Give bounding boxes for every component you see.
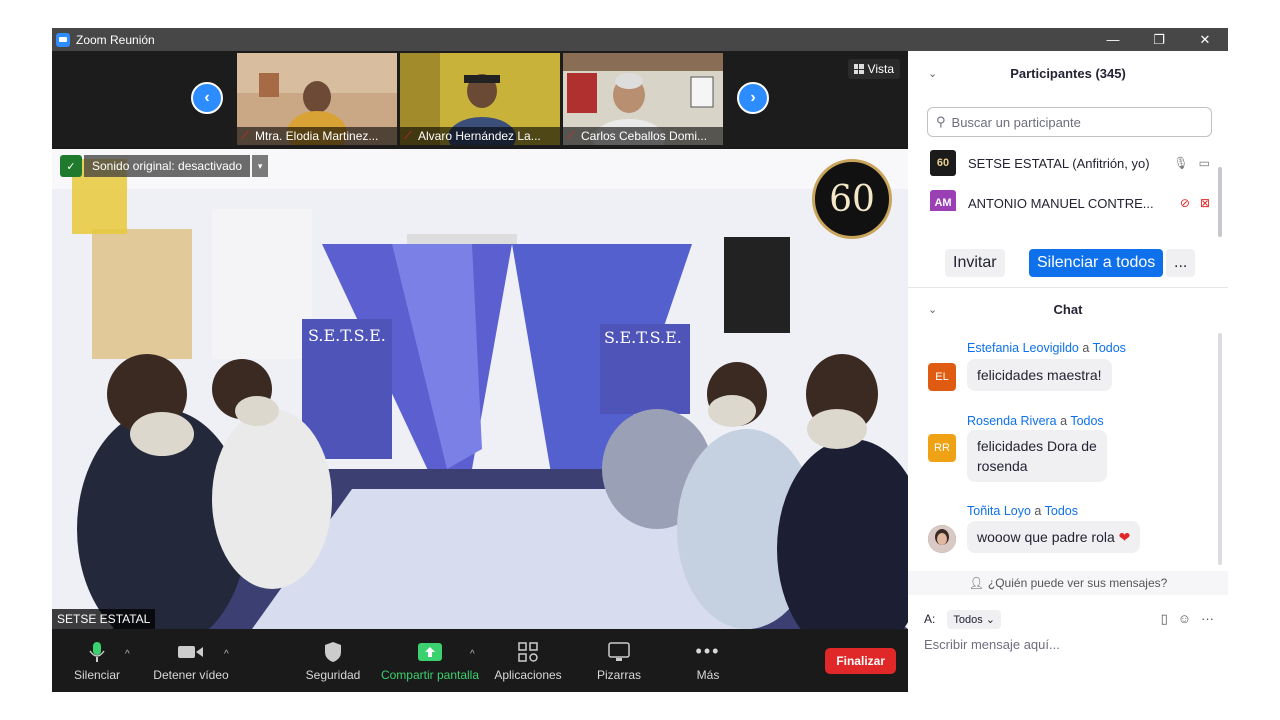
collapse-chevron-icon[interactable]: ⌄ bbox=[928, 67, 937, 80]
mute-all-button[interactable]: Silenciar a todos bbox=[1029, 249, 1164, 277]
thumbnail-strip: ‹ ⟋ Mtra. Elodia Martinez... ⟋ Alvaro He… bbox=[52, 51, 908, 147]
video-camera-icon[interactable]: ▭ bbox=[1199, 156, 1210, 170]
window-title: Zoom Reunión bbox=[76, 32, 155, 47]
audio-options-caret-icon[interactable]: ^ bbox=[125, 649, 130, 660]
mute-button[interactable]: Silenciar bbox=[74, 629, 120, 692]
chat-message-input[interactable]: Escribir mensaje aquí... bbox=[924, 637, 1060, 652]
prev-page-button[interactable]: ‹ bbox=[191, 82, 223, 114]
stop-video-button[interactable]: Detener vídeo bbox=[152, 629, 230, 692]
avatar: 60 bbox=[930, 150, 956, 176]
video-camera-icon bbox=[178, 640, 204, 664]
grid-view-icon bbox=[853, 64, 864, 74]
participant-row[interactable]: 60 SETSE ESTATAL (Anfitrión, yo) 🎙︎ ▭ bbox=[908, 143, 1228, 183]
shield-icon bbox=[324, 640, 342, 664]
mic-muted-icon: ⟋ bbox=[404, 130, 412, 142]
meeting-toolbar: Silenciar ^ Detener vídeo ^ Seguridad Co… bbox=[52, 629, 908, 692]
who-can-see-messages[interactable]: 👤︎ ¿Quién puede ver sus mensajes? bbox=[908, 571, 1228, 595]
share-screen-button[interactable]: Compartir pantalla bbox=[380, 629, 480, 692]
participant-row[interactable]: AM ANTONIO MANUEL CONTRE... ⊘ ⊠ bbox=[908, 183, 1228, 211]
apps-icon bbox=[518, 640, 538, 664]
message-bubble: wooow que padre rola ❤ bbox=[967, 521, 1141, 553]
security-button[interactable]: Seguridad bbox=[304, 629, 362, 692]
message-bubble: felicidades maestra! bbox=[967, 359, 1112, 391]
side-panel: ⌄ Participantes (345) ⚲ Buscar un partic… bbox=[908, 51, 1228, 692]
emoji-icon[interactable]: ☺ bbox=[1178, 611, 1191, 627]
search-icon: ⚲ bbox=[936, 114, 946, 129]
zoom-window: Zoom Reunión — ❐ ✕ ‹ ⟋ Mtra. Elodia Marti… bbox=[52, 28, 1228, 692]
whiteboards-button[interactable]: Pizarras bbox=[592, 629, 646, 692]
microphone-icon[interactable]: 🎙︎ bbox=[1173, 156, 1188, 170]
apps-button[interactable]: Aplicaciones bbox=[492, 629, 564, 692]
message-bubble: felicidades Dora de rosenda bbox=[967, 430, 1107, 482]
view-button[interactable]: Vista bbox=[847, 59, 900, 79]
avatar: EL bbox=[928, 363, 956, 391]
mic-muted-icon[interactable]: ⊘ bbox=[1180, 196, 1190, 210]
collapse-chevron-icon[interactable]: ⌄ bbox=[928, 303, 937, 316]
svg-text:S.E.T.S.E.: S.E.T.S.E. bbox=[308, 326, 386, 345]
more-dots-icon: ••• bbox=[695, 641, 721, 661]
recipient-row: A: Todos ⌄ ▯ ☺ ··· bbox=[924, 607, 1214, 631]
active-speaker-video: S.E.T.S.E. S.E.T.S.E. ✓ Sonido original:… bbox=[52, 149, 908, 629]
chevron-down-icon[interactable]: ▾ bbox=[252, 155, 269, 177]
meeting-area: ‹ ⟋ Mtra. Elodia Martinez... ⟋ Alvaro He… bbox=[52, 51, 908, 692]
chat-header: ⌄ Chat bbox=[928, 301, 1083, 317]
video-off-icon[interactable]: ⊠ bbox=[1200, 196, 1210, 210]
restore-icon[interactable]: ❐ bbox=[1136, 28, 1182, 51]
message-sender: Rosenda Rivera a Todos bbox=[967, 414, 1104, 428]
recipient-select[interactable]: Todos ⌄ bbox=[947, 609, 1001, 629]
minimize-icon[interactable]: — bbox=[1090, 28, 1136, 51]
avatar bbox=[928, 525, 956, 553]
more-dots-icon[interactable]: ··· bbox=[1201, 611, 1214, 627]
people-icon: 👤︎ bbox=[968, 576, 984, 590]
message-sender: Toñita Loyo a Todos bbox=[967, 504, 1078, 518]
sound-status-label: Sonido original: desactivado bbox=[84, 155, 251, 177]
mic-muted-icon: ⟋ bbox=[567, 130, 575, 142]
zoom-app-icon bbox=[56, 32, 70, 47]
participant-search-input[interactable]: ⚲ Buscar un participante bbox=[927, 107, 1212, 137]
participant-name: SETSE ESTATAL (Anfitrión, yo) bbox=[968, 155, 1150, 171]
share-options-caret-icon[interactable]: ^ bbox=[470, 649, 475, 660]
anniversary-logo: 60 bbox=[812, 159, 892, 239]
message-sender: Estefania Leovigildo a Todos bbox=[967, 341, 1126, 355]
whiteboard-icon bbox=[608, 640, 630, 664]
microphone-icon bbox=[89, 640, 105, 664]
participant-list: 60 SETSE ESTATAL (Anfitrión, yo) 🎙︎ ▭ AM… bbox=[908, 143, 1228, 211]
participants-header: ⌄ Participantes (345) bbox=[928, 65, 1126, 81]
participant-thumbnail-1[interactable]: ⟋ Mtra. Elodia Martinez... bbox=[237, 53, 397, 145]
video-options-caret-icon[interactable]: ^ bbox=[224, 649, 229, 660]
more-button[interactable]: ••• Más bbox=[686, 629, 730, 692]
shield-check-icon: ✓ bbox=[60, 155, 82, 177]
participant-name: ANTONIO MANUEL CONTRE... bbox=[968, 195, 1154, 211]
end-meeting-button[interactable]: Finalizar bbox=[825, 648, 896, 674]
chat-scrollbar[interactable] bbox=[1218, 333, 1222, 565]
title-bar: Zoom Reunión — ❐ ✕ bbox=[52, 28, 1228, 51]
close-icon[interactable]: ✕ bbox=[1182, 28, 1228, 51]
avatar: RR bbox=[928, 434, 956, 462]
participant-name-2: ⟋ Alvaro Hernández La... bbox=[400, 127, 560, 145]
participant-name-3: ⟋ Carlos Ceballos Domi... bbox=[563, 127, 723, 145]
heart-icon: ❤ bbox=[1118, 529, 1131, 545]
original-sound-indicator[interactable]: ✓ Sonido original: desactivado ▾ bbox=[60, 155, 269, 177]
share-screen-icon bbox=[418, 640, 442, 664]
next-page-button[interactable]: › bbox=[737, 82, 769, 114]
speaker-name-tag: SETSE ESTATAL bbox=[52, 609, 156, 629]
participants-more-button[interactable]: ... bbox=[1166, 249, 1196, 277]
file-icon[interactable]: ▯ bbox=[1161, 611, 1168, 627]
avatar: AM bbox=[930, 190, 956, 211]
svg-text:S.E.T.S.E.: S.E.T.S.E. bbox=[604, 328, 682, 347]
participant-name-1: ⟋ Mtra. Elodia Martinez... bbox=[237, 127, 397, 145]
mic-muted-icon: ⟋ bbox=[241, 130, 249, 142]
meeting-room-scene: S.E.T.S.E. S.E.T.S.E. bbox=[52, 149, 908, 629]
participant-thumbnail-3[interactable]: ⟋ Carlos Ceballos Domi... bbox=[563, 53, 723, 145]
participant-thumbnail-2[interactable]: ⟋ Alvaro Hernández La... bbox=[400, 53, 560, 145]
section-divider bbox=[908, 287, 1228, 288]
participants-scrollbar[interactable] bbox=[1218, 167, 1222, 237]
invite-button[interactable]: Invitar bbox=[945, 249, 1005, 277]
